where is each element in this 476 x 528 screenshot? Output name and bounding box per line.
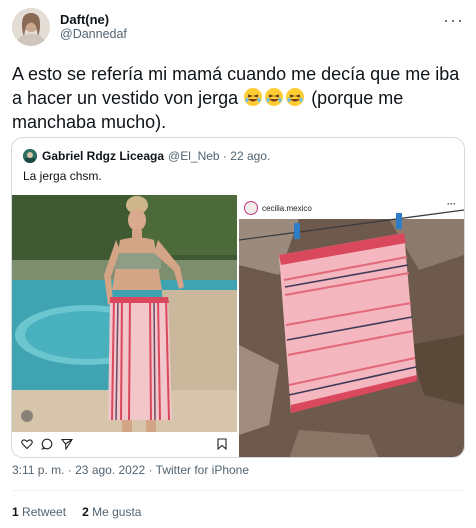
user-info: Daft(ne) @Dannedaf (60, 12, 127, 42)
comment-icon[interactable] (41, 438, 53, 450)
tweet-text: A esto se refería mi mamá cuando me decí… (12, 62, 464, 134)
instagram-actions (21, 438, 73, 450)
retweets-count: 1 (12, 505, 19, 519)
quoted-text: La jerga chsm. (23, 169, 102, 183)
quoted-media: cecilia.mexico ··· (12, 195, 464, 457)
instagram-more-icon[interactable]: ··· (447, 199, 456, 209)
quoted-tweet-header: Gabriel Rdgz Liceaga @El_Neb · 22 ago. (23, 149, 270, 163)
display-name[interactable]: Daft(ne) (60, 12, 127, 27)
quoted-display-name: Gabriel Rdgz Liceaga (42, 149, 165, 163)
retweets-stat[interactable]: 1 Retweet (12, 505, 66, 519)
share-icon[interactable] (61, 438, 73, 450)
quoted-image-left[interactable] (12, 195, 237, 457)
tweet-stats: 1 Retweet 2 Me gusta (12, 505, 141, 519)
heart-icon[interactable] (21, 438, 33, 450)
user-handle[interactable]: @Dannedaf (60, 27, 127, 42)
rolling-laughing-icon (244, 88, 263, 106)
instagram-username: cecilia.mexico (262, 203, 312, 213)
more-icon[interactable]: ··· (443, 10, 464, 31)
instagram-avatar (244, 201, 258, 215)
quoted-image-right[interactable]: cecilia.mexico ··· (239, 195, 464, 457)
likes-count: 2 (82, 505, 89, 519)
bookmark-icon[interactable] (217, 438, 227, 450)
divider (12, 490, 464, 491)
tweet: Daft(ne) @Dannedaf ··· A esto se refería… (0, 0, 476, 528)
rolling-laughing-icon (265, 88, 284, 106)
rolling-laughing-icon (286, 88, 305, 106)
tweet-header: Daft(ne) @Dannedaf (12, 8, 127, 46)
likes-stat[interactable]: 2 Me gusta (82, 505, 141, 519)
quoted-date: 22 ago. (230, 149, 271, 163)
tweet-timestamp[interactable]: 3:11 p. m. · 23 ago. 2022 · Twitter for … (12, 463, 249, 477)
quoted-handle: @El_Neb (168, 149, 220, 163)
likes-label: Me gusta (92, 505, 142, 519)
avatar[interactable] (12, 8, 50, 46)
instagram-account: cecilia.mexico (244, 201, 312, 215)
quoted-tweet[interactable]: Gabriel Rdgz Liceaga @El_Neb · 22 ago. L… (11, 137, 465, 458)
retweets-label: Retweet (22, 505, 67, 519)
quoted-separator: · (219, 149, 231, 163)
quoted-avatar (23, 149, 37, 163)
